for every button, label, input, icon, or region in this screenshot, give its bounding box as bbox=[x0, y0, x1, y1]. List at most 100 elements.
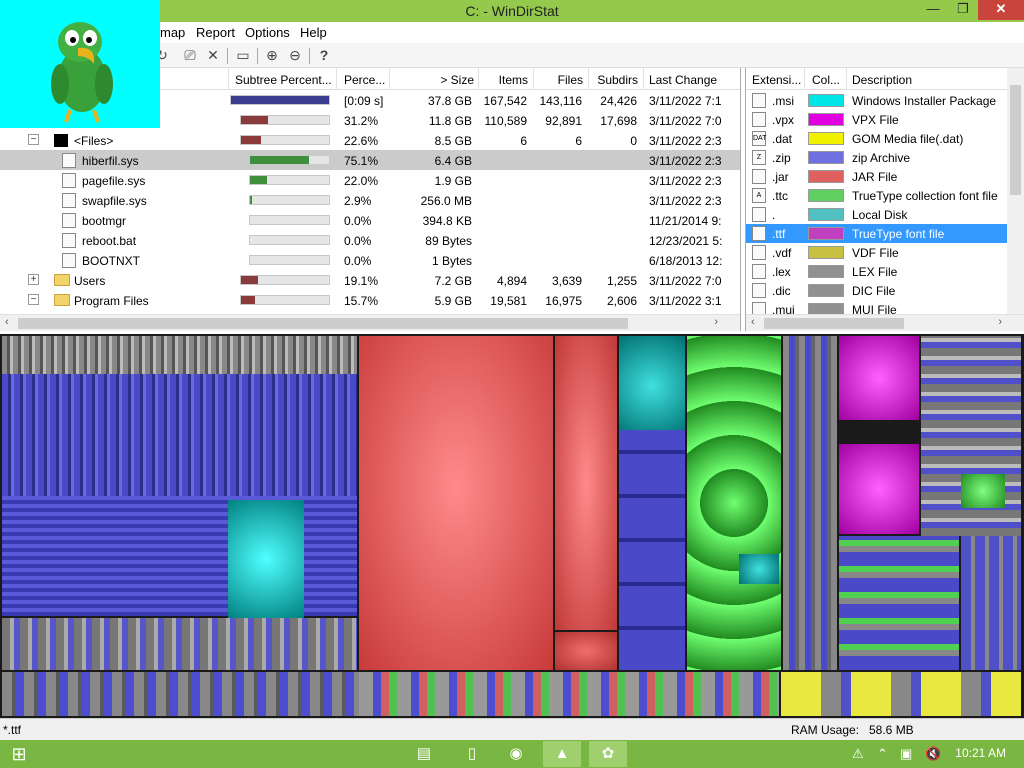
col-subtree-percent[interactable]: Subtree Percent... bbox=[235, 73, 332, 87]
tree-horizontal-scrollbar[interactable]: ‹ › bbox=[0, 314, 740, 331]
tree-row[interactable]: pagefile.sys 22.0% 1.9 GB 3/11/2022 2:3 bbox=[0, 170, 740, 190]
tree-row[interactable]: BOOTNXT 0.0% 1 Bytes 6/18/2013 12: bbox=[0, 250, 740, 270]
tree-row[interactable]: swapfile.sys 2.9% 256.0 MB 3/11/2022 2:3 bbox=[0, 190, 740, 210]
treemap-block[interactable] bbox=[619, 430, 685, 670]
file-explorer-icon[interactable]: ▤ bbox=[405, 741, 443, 767]
treemap-block[interactable] bbox=[781, 672, 1021, 716]
treemap-block[interactable] bbox=[839, 536, 959, 670]
col-color[interactable]: Col... bbox=[812, 73, 840, 87]
size-value: 7.2 GB bbox=[434, 274, 472, 288]
menu-treemap[interactable]: map bbox=[160, 25, 185, 40]
scroll-left-icon[interactable]: ‹ bbox=[5, 316, 9, 328]
antivirus-tray-icon[interactable]: ⚠ bbox=[852, 746, 864, 762]
scroll-thumb[interactable] bbox=[18, 318, 628, 329]
file-icon bbox=[62, 253, 76, 268]
expand-collapse-icon[interactable]: − bbox=[28, 134, 39, 145]
notepad-icon[interactable]: ▯ bbox=[453, 741, 491, 767]
tree-row[interactable]: − Program Files 15.7% 5.9 GB 19,581 16,975 2,6… bbox=[0, 290, 740, 310]
treemap-view[interactable] bbox=[0, 334, 1024, 718]
scroll-thumb[interactable] bbox=[1010, 85, 1021, 195]
treemap-block[interactable] bbox=[555, 632, 617, 670]
col-size[interactable]: > Size bbox=[400, 73, 474, 87]
tree-row[interactable]: hiberfil.sys 75.1% 6.4 GB 3/11/2022 2:3 bbox=[0, 150, 740, 170]
firefox-icon[interactable]: ◉ bbox=[497, 741, 535, 767]
ram-usage-value: 58.6 MB bbox=[869, 723, 914, 737]
extension-row[interactable]: .vdf VDF File bbox=[746, 243, 1008, 262]
treemap-block[interactable] bbox=[739, 554, 779, 584]
treemap-block[interactable] bbox=[783, 336, 837, 670]
description-value: VPX File bbox=[852, 113, 899, 127]
tray-arrow-icon[interactable]: ⌃ bbox=[877, 746, 888, 762]
col-items[interactable]: Items bbox=[480, 73, 528, 87]
zoom-out-icon[interactable]: ⊖ bbox=[285, 46, 305, 65]
treemap-block[interactable] bbox=[961, 536, 1021, 670]
items-value: 4,894 bbox=[496, 274, 527, 288]
scroll-left-icon[interactable]: ‹ bbox=[751, 316, 755, 328]
col-extension[interactable]: Extensi... bbox=[752, 73, 801, 87]
treemap-block[interactable] bbox=[359, 672, 779, 716]
treemap-block[interactable] bbox=[961, 474, 1005, 508]
extension-row[interactable]: A .ttf TrueType font file bbox=[746, 224, 1008, 243]
menu-help[interactable]: Help bbox=[300, 25, 327, 40]
treemap-block[interactable] bbox=[839, 444, 919, 534]
pagefile-sys-block[interactable] bbox=[555, 336, 617, 630]
clock[interactable]: 10:21 AM bbox=[955, 746, 1006, 760]
treemap-block[interactable] bbox=[2, 618, 357, 670]
files-value: 3,639 bbox=[551, 274, 582, 288]
tree-row[interactable]: + Users 19.1% 7.2 GB 4,894 3,639 1,255 3/11/202… bbox=[0, 270, 740, 290]
menu-options[interactable]: Options bbox=[245, 25, 290, 40]
subdirs-value: 1,255 bbox=[606, 274, 637, 288]
treemap-block[interactable] bbox=[2, 672, 359, 716]
network-tray-icon[interactable]: ▣ bbox=[900, 746, 912, 762]
scroll-right-icon[interactable]: › bbox=[714, 316, 718, 328]
help-icon[interactable]: ? bbox=[314, 46, 334, 65]
extension-row[interactable]: DAT .dat GOM Media file(.dat) bbox=[746, 129, 1008, 148]
col-percent[interactable]: Perce... bbox=[344, 73, 385, 87]
windirstat-taskbar-icon[interactable]: ✿ bbox=[589, 741, 627, 767]
extension-row[interactable]: .jar JAR File bbox=[746, 167, 1008, 186]
extension-row[interactable]: .msi Windows Installer Package bbox=[746, 91, 1008, 110]
hiberfil-sys-block[interactable] bbox=[359, 336, 553, 670]
treemap-block[interactable] bbox=[2, 336, 357, 374]
extension-row[interactable]: .vpx VPX File bbox=[746, 110, 1008, 129]
treemap-block[interactable] bbox=[839, 336, 919, 420]
treemap-block[interactable] bbox=[228, 500, 304, 618]
cleanup-icon[interactable]: ⎚ bbox=[180, 46, 200, 65]
col-description[interactable]: Description bbox=[852, 73, 912, 87]
tree-row[interactable]: reboot.bat 0.0% 89 Bytes 12/23/2021 5: bbox=[0, 230, 740, 250]
tree-row[interactable]: bootmgr 0.0% 394.8 KB 11/21/2014 9: bbox=[0, 210, 740, 230]
minimize-button[interactable]: — bbox=[918, 0, 948, 20]
subtree-percent-bar bbox=[240, 135, 330, 145]
extension-row[interactable]: Z .zip zip Archive bbox=[746, 148, 1008, 167]
tree-row[interactable]: − <Files> 22.6% 8.5 GB 6 6 0 3/11/2022 2:3 bbox=[0, 130, 740, 150]
scroll-right-icon[interactable]: › bbox=[998, 316, 1002, 328]
volume-tray-icon[interactable]: 🔇 bbox=[925, 746, 941, 762]
extension-row[interactable]: .lex LEX File bbox=[746, 262, 1008, 281]
col-last-change[interactable]: Last Change bbox=[649, 73, 717, 87]
maximize-button[interactable]: ❐ bbox=[948, 0, 978, 20]
subdirs-value: 0 bbox=[630, 134, 637, 148]
last-change-value: 11/21/2014 9: bbox=[649, 214, 722, 228]
zoom-in-icon[interactable]: ⊕ bbox=[262, 46, 282, 65]
taskbar-app-icon[interactable]: ▲ bbox=[543, 741, 581, 767]
extension-row[interactable]: .dic DIC File bbox=[746, 281, 1008, 300]
windows-start-icon[interactable]: ⊞ bbox=[0, 741, 38, 767]
extension-row[interactable]: A .ttc TrueType collection font file bbox=[746, 186, 1008, 205]
extension-row[interactable]: . Local Disk bbox=[746, 205, 1008, 224]
ext-vertical-scrollbar[interactable] bbox=[1007, 68, 1024, 314]
extension-list-pane[interactable]: Extensi... Col... Description .msi Window… bbox=[745, 68, 1024, 331]
scroll-thumb[interactable] bbox=[764, 318, 904, 329]
treemap-block[interactable] bbox=[687, 336, 781, 670]
col-subdirs[interactable]: Subdirs bbox=[590, 73, 638, 87]
delete-icon[interactable]: ✕ bbox=[203, 46, 223, 65]
tree-item-name: Users bbox=[74, 274, 106, 288]
treemap-block[interactable] bbox=[619, 336, 685, 436]
close-button[interactable]: ✕ bbox=[978, 0, 1024, 20]
subdirs-value: 2,606 bbox=[606, 294, 637, 308]
menu-report[interactable]: Report bbox=[196, 25, 235, 40]
expand-collapse-icon[interactable]: + bbox=[28, 274, 39, 285]
expand-collapse-icon[interactable]: − bbox=[28, 294, 39, 305]
folder-icon[interactable]: ▭ bbox=[233, 46, 253, 65]
ext-horizontal-scrollbar[interactable]: ‹ › bbox=[746, 314, 1024, 331]
col-files[interactable]: Files bbox=[535, 73, 583, 87]
